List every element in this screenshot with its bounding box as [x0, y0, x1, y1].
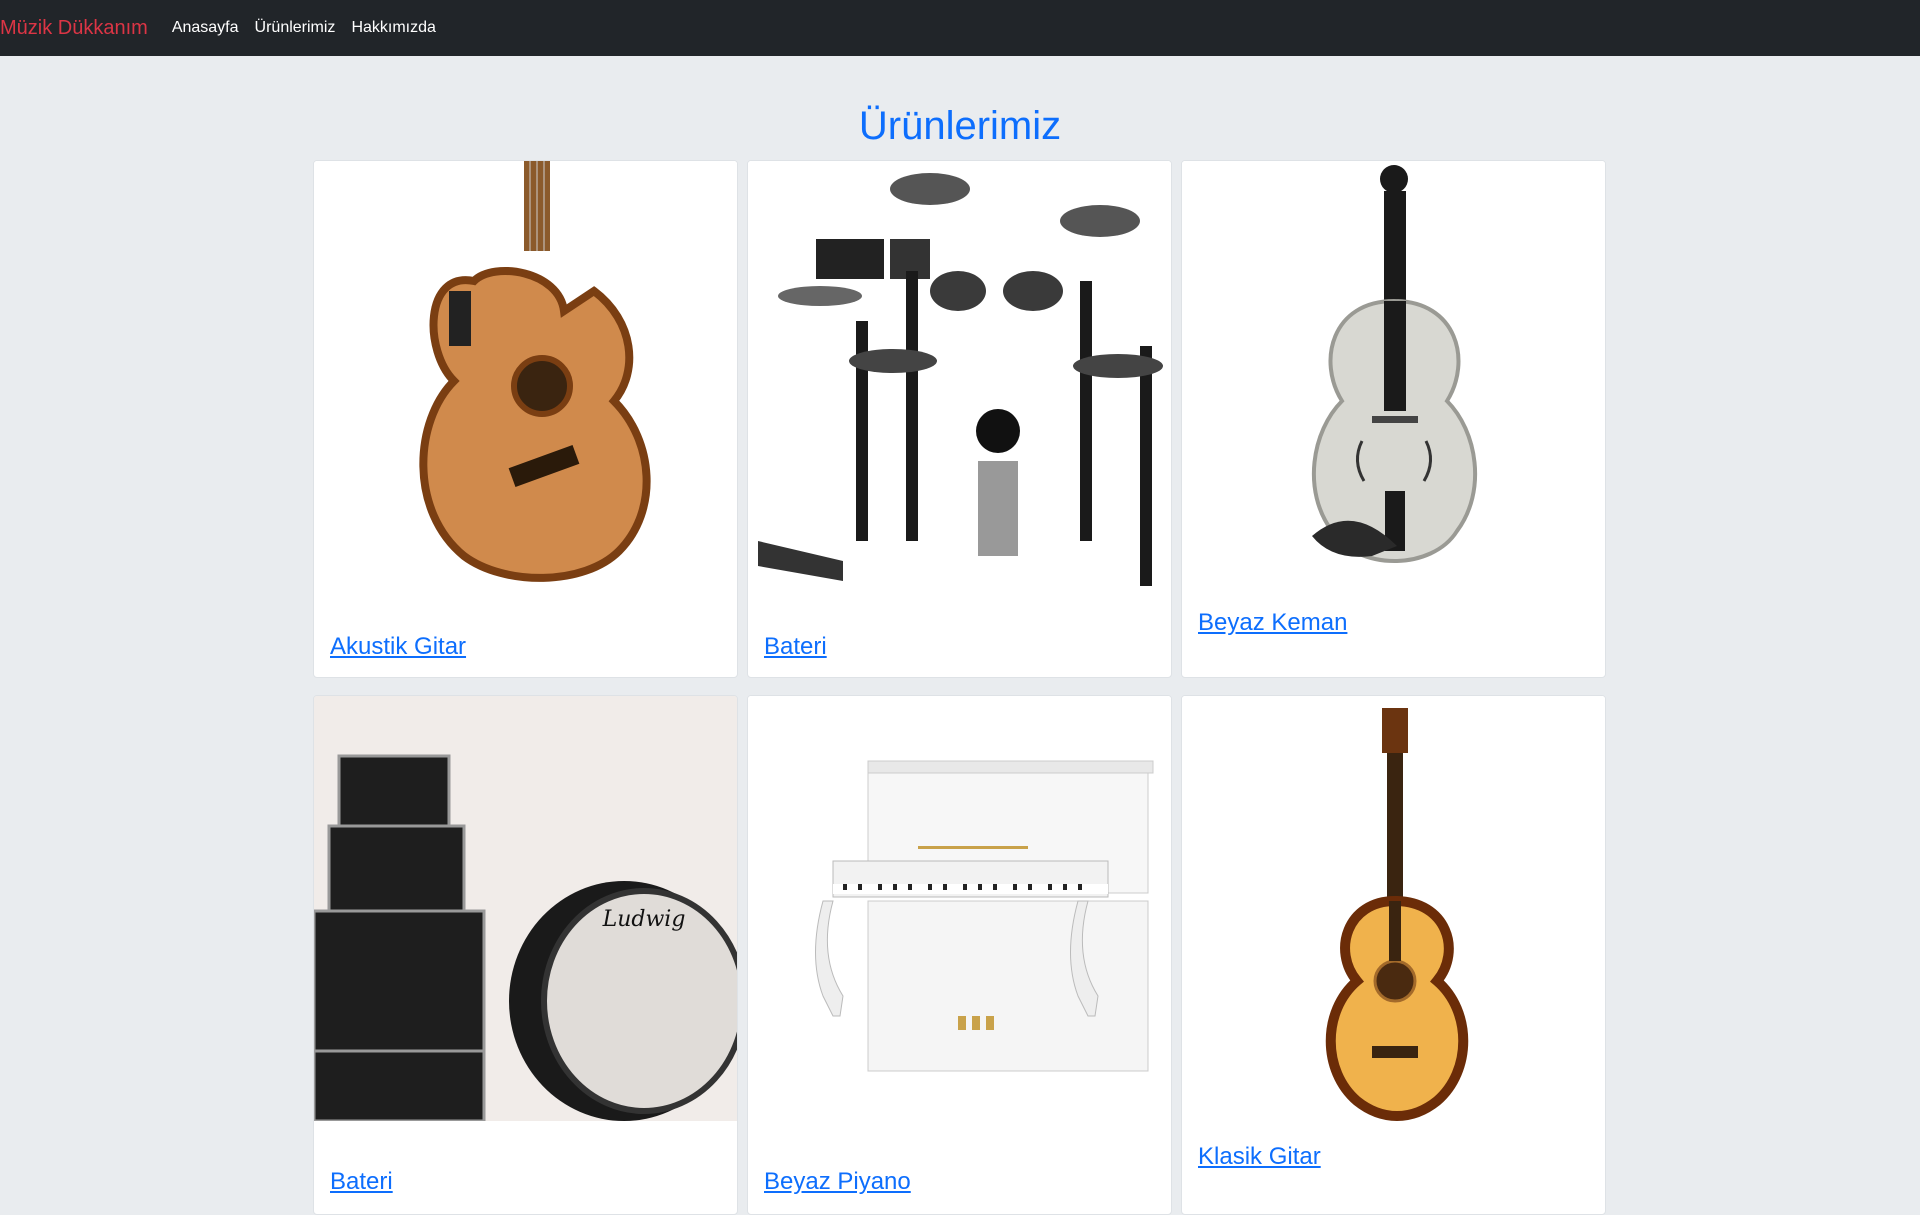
white-piano-image — [748, 696, 1171, 1121]
product-card: Beyaz Piyano — [747, 695, 1172, 1215]
white-violin-image — [1182, 161, 1605, 586]
acoustic-guitar-image — [314, 161, 737, 586]
product-link[interactable]: Bateri — [764, 633, 827, 661]
product-card: Beyaz Keman — [1181, 160, 1606, 678]
page-title: Ürünlerimiz — [858, 104, 1062, 148]
product-link[interactable]: Beyaz Piyano — [764, 1168, 911, 1196]
svg-text:Ludwig: Ludwig — [602, 907, 686, 932]
product-link[interactable]: Beyaz Keman — [1198, 609, 1347, 637]
product-link[interactable]: Akustik Gitar — [330, 633, 466, 661]
product-card: Bateri — [747, 160, 1172, 678]
acoustic-drum-kit-image: Ludwig — [314, 696, 737, 1121]
brand-logo-link[interactable]: Müzik Dükkanım — [0, 17, 148, 40]
product-card: Klasik Gitar — [1181, 695, 1606, 1215]
product-link[interactable]: Bateri — [330, 1168, 393, 1196]
product-card: Akustik Gitar — [313, 160, 738, 678]
product-card: Ludwig Bateri — [313, 695, 738, 1215]
nav-link-urunlerimiz[interactable]: Ürünlerimiz — [255, 19, 336, 37]
product-link[interactable]: Klasik Gitar — [1198, 1143, 1321, 1171]
classical-guitar-image — [1182, 696, 1605, 1121]
electronic-drum-kit-image — [748, 161, 1171, 586]
nav-link-anasayfa[interactable]: Anasayfa — [172, 19, 239, 37]
navbar: Müzik Dükkanım Anasayfa Ürünlerimiz Hakk… — [0, 0, 1920, 56]
nav-link-hakkimizda[interactable]: Hakkımızda — [351, 19, 435, 37]
